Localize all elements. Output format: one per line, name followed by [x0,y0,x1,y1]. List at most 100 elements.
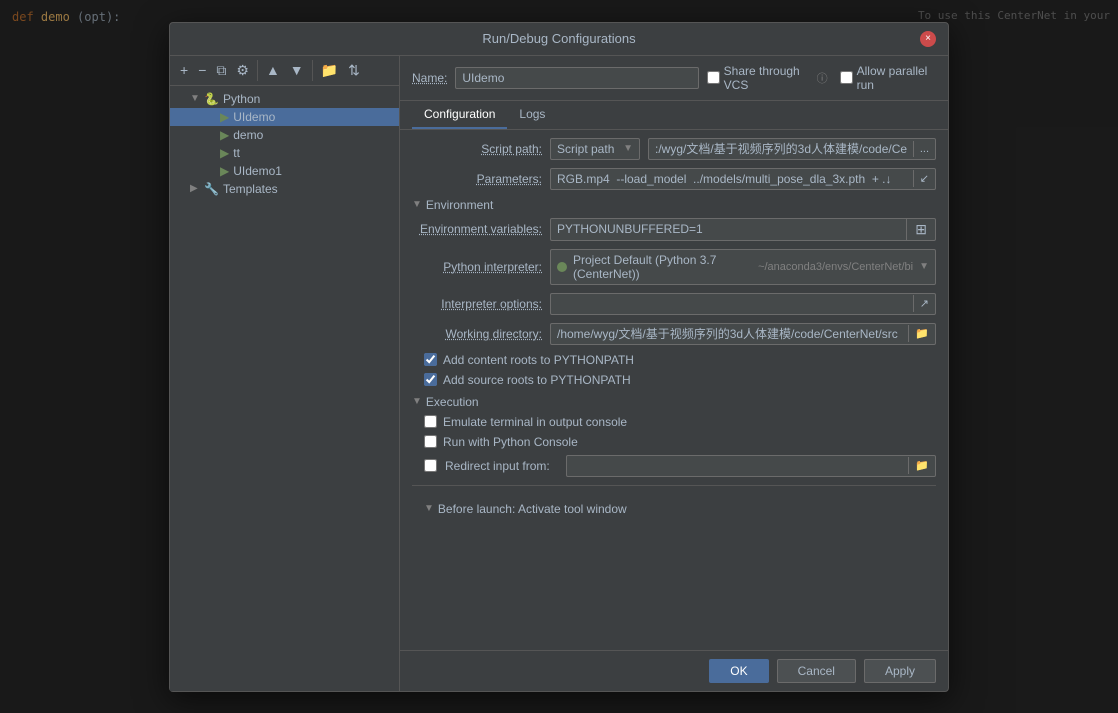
name-row: Name: Share through VCS ⓘ Allow parallel… [400,56,948,101]
env-variables-label: Environment variables: [412,222,542,236]
toolbar-divider [257,60,258,81]
move-to-folder-button[interactable]: 📁 [317,60,342,81]
env-variables-edit-button[interactable]: ⊞ [906,219,935,240]
script-path-input[interactable] [649,139,913,159]
interpreter-options-expand-button[interactable]: ↗ [913,295,935,312]
execution-section-label: Execution [426,395,479,409]
parallel-run-checkbox[interactable] [840,71,853,84]
tree-item-templates[interactable]: ▶ 🔧 Templates [170,180,399,198]
working-dir-label: Working directory: [412,327,542,341]
redirect-input-row: Redirect input from: 📁 [412,455,936,477]
emulate-terminal-checkbox[interactable] [424,415,437,428]
script-path-type-arrow: ▼ [623,143,633,154]
add-content-roots-row: Add content roots to PYTHONPATH [412,353,936,367]
ok-button[interactable]: OK [709,659,768,683]
env-variables-input[interactable] [551,219,906,239]
cancel-button[interactable]: Cancel [777,659,856,683]
execution-arrow-icon: ▼ [412,396,422,407]
move-up-button[interactable]: ▲ [262,60,284,80]
script-path-row: Script path: Script path ▼ ... [412,138,936,160]
interpreter-options-input[interactable] [551,294,913,314]
tree-label-demo: demo [233,128,263,142]
tree-item-tt[interactable]: ▶ tt [170,144,399,162]
run-python-console-row: Run with Python Console [412,435,936,449]
close-button[interactable]: × [920,31,936,47]
tree-item-uidemo[interactable]: ▶ UIdemo [170,108,399,126]
run-icon-demo: ▶ [220,128,229,142]
before-launch-arrow-icon: ▼ [424,503,434,514]
move-down-button[interactable]: ▼ [286,60,308,80]
copy-config-button[interactable]: ⧉ [212,60,230,81]
settings-config-button[interactable]: ⚙ [232,60,253,81]
config-tree: ▼ 🐍 Python ▶ UIdemo ▶ demo [170,86,399,691]
tree-label-templates: Templates [223,182,278,196]
execution-section-header: ▼ Execution [412,395,936,409]
parameters-input-group: ↙ [550,168,936,190]
expand-python-icon: ▼ [190,93,200,104]
working-dir-browse-button[interactable]: 📁 [908,325,935,342]
python-interpreter-text: Project Default (Python 3.7 (CenterNet)) [573,253,752,281]
run-icon-tt: ▶ [220,146,229,160]
tree-label-uidemo1: UIdemo1 [233,164,282,178]
python-icon: 🐍 [204,92,219,106]
script-path-type-select[interactable]: Script path ▼ [550,138,640,160]
environment-section-label: Environment [426,198,493,212]
tree-label-tt: tt [233,146,240,160]
script-path-label: Script path: [412,142,542,156]
python-interpreter-select[interactable]: Project Default (Python 3.7 (CenterNet))… [550,249,936,285]
run-python-console-label: Run with Python Console [443,435,578,449]
name-label: Name: [412,71,447,85]
name-input[interactable] [455,67,698,89]
interpreter-options-row: Interpreter options: ↗ [412,293,936,315]
parallel-run-group: Allow parallel run [840,64,936,92]
script-path-browse-button[interactable]: ... [913,141,935,157]
parameters-expand-button[interactable]: ↙ [913,170,935,187]
share-vcs-label: Share through VCS [724,64,813,92]
before-launch-header: ▼ Before launch: Activate tool window [424,502,924,516]
run-python-console-checkbox[interactable] [424,435,437,448]
redirect-input-checkbox[interactable] [424,459,437,472]
tree-label-uidemo: UIdemo [233,110,275,124]
left-panel: + − ⧉ ⚙ ▲ ▼ 📁 ⇅ ▼ 🐍 [170,56,400,691]
modal-overlay: Run/Debug Configurations × + − ⧉ ⚙ ▲ ▼ 📁… [0,0,1118,713]
add-config-button[interactable]: + [176,60,192,80]
add-source-roots-label: Add source roots to PYTHONPATH [443,373,631,387]
redirect-input-browse-button[interactable]: 📁 [908,457,935,474]
sort-button[interactable]: ⇅ [344,60,364,81]
apply-button[interactable]: Apply [864,659,936,683]
working-dir-input[interactable] [551,324,908,344]
parameters-input[interactable] [551,169,913,189]
right-panel: Name: Share through VCS ⓘ Allow parallel… [400,56,948,691]
dialog-title: Run/Debug Configurations [198,31,920,46]
add-source-roots-checkbox[interactable] [424,373,437,386]
dialog-titlebar: Run/Debug Configurations × [170,23,948,56]
wrench-icon: 🔧 [204,182,219,196]
tree-item-uidemo1[interactable]: ▶ UIdemo1 [170,162,399,180]
toolbar-divider2 [312,60,313,81]
working-dir-row: Working directory: 📁 [412,323,936,345]
interpreter-options-label: Interpreter options: [412,297,542,311]
dialog-footer: OK Cancel Apply [400,650,948,691]
env-variables-row: Environment variables: ⊞ [412,218,936,241]
tree-item-python[interactable]: ▼ 🐍 Python [170,90,399,108]
script-path-input-group: ... [648,138,936,160]
tree-item-demo[interactable]: ▶ demo [170,126,399,144]
python-interpreter-suffix: ~/anaconda3/envs/CenterNet/bi [758,261,913,273]
working-dir-input-group: 📁 [550,323,936,345]
interpreter-options-input-group: ↗ [550,293,936,315]
environment-section-header: ▼ Environment [412,198,936,212]
redirect-input-field[interactable] [567,456,909,476]
tab-logs[interactable]: Logs [507,101,557,129]
before-launch-section: ▼ Before launch: Activate tool window [412,485,936,530]
python-interpreter-label: Python interpreter: [412,260,542,274]
share-row: Share through VCS ⓘ Allow parallel run [707,64,936,92]
remove-config-button[interactable]: − [194,60,210,80]
share-vcs-checkbox[interactable] [707,71,720,84]
env-variables-input-group: ⊞ [550,218,936,241]
run-debug-dialog: Run/Debug Configurations × + − ⧉ ⚙ ▲ ▼ 📁… [169,22,949,692]
add-content-roots-checkbox[interactable] [424,353,437,366]
emulate-terminal-row: Emulate terminal in output console [412,415,936,429]
tab-configuration[interactable]: Configuration [412,101,507,129]
add-source-roots-row: Add source roots to PYTHONPATH [412,373,936,387]
environment-arrow-icon: ▼ [412,199,422,210]
